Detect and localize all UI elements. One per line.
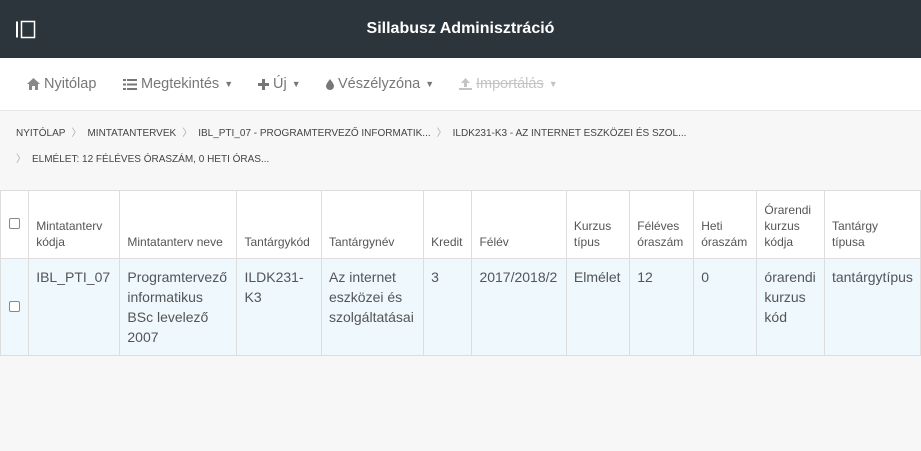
table-header-row: Mintatanterv kódja Mintatanterv neve Tan…: [0, 190, 921, 259]
table-cell: ILDK231-K3: [236, 258, 322, 356]
menu-view[interactable]: Megtekintés ▼: [123, 76, 233, 92]
select-all-checkbox[interactable]: [9, 217, 21, 229]
chevron-right-icon: 〉: [436, 128, 447, 139]
chevron-down-icon: ▼: [548, 79, 558, 89]
plus-icon: [258, 78, 269, 90]
chevron-right-icon: 〉: [71, 128, 82, 139]
chevron-right-icon: 〉: [16, 154, 26, 165]
drop-icon: [326, 78, 334, 90]
table-cell: 2017/2018/2: [471, 258, 567, 356]
courses-table: Mintatanterv kódja Mintatanterv neve Tan…: [0, 190, 921, 356]
chevron-down-icon: ▼: [291, 79, 301, 89]
table-cell: 12: [629, 258, 695, 356]
table-cell: IBL_PTI_07: [28, 258, 121, 356]
breadcrumb-home[interactable]: NYITÓLAP: [16, 121, 65, 147]
menu-bar: Nyitólap Megtekintés ▼ Új ▼ Vészélyzóna …: [0, 58, 921, 111]
top-navbar: Sillabusz Adminisztráció: [0, 0, 921, 58]
upload-icon: [459, 78, 472, 90]
home-icon: [27, 78, 40, 90]
breadcrumb-subject[interactable]: ILDK231-K3 - AZ INTERNET ESZKÖZEI ÉS SZO…: [453, 121, 687, 147]
menu-danger-zone-label: Vészélyzóna: [338, 76, 421, 92]
table-cell: Programtervező informatikus BSc levelező…: [119, 258, 238, 356]
column-header[interactable]: Félév: [471, 190, 567, 259]
menu-home[interactable]: Nyitólap: [27, 76, 96, 92]
column-header[interactable]: Kredit: [423, 190, 473, 259]
column-header[interactable]: Kurzus típus: [565, 190, 631, 259]
column-header[interactable]: Órarendi kurzus kódja: [756, 190, 825, 259]
table-cell: 3: [423, 258, 473, 356]
table-cell: 0: [693, 258, 758, 356]
chevron-down-icon: ▼: [224, 79, 234, 89]
table-cell: Elmélet: [565, 258, 631, 356]
menu-home-label: Nyitólap: [44, 76, 97, 92]
breadcrumb-curricula[interactable]: MINTATANTERVEK: [87, 121, 176, 147]
breadcrumb-current: ELMÉLET: 12 FÉLÉVES ÓRASZÁM, 0 HETI ÓRAS…: [32, 154, 270, 165]
table-cell: Az internet eszközei és szolgáltatásai: [320, 258, 425, 356]
chevron-down-icon: ▼: [425, 79, 435, 89]
menu-danger-zone[interactable]: Vészélyzóna ▼: [326, 76, 434, 92]
select-all-checkbox-cell: [0, 190, 30, 259]
menu-import-label: Importálás: [476, 76, 544, 92]
column-header[interactable]: Tantárgykód: [236, 190, 322, 259]
column-header[interactable]: Tantárgy típusa: [823, 190, 921, 259]
column-header[interactable]: Féléves óraszám: [629, 190, 695, 259]
breadcrumb-curriculum[interactable]: IBL_PTI_07 - PROGRAMTERVEZŐ INFORMATIK..…: [198, 121, 430, 147]
column-header[interactable]: Mintatanterv neve: [119, 190, 238, 259]
breadcrumb: NYITÓLAP 〉 MINTATANTERVEK 〉 IBL_PTI_07 - PRO…: [16, 121, 906, 173]
column-header[interactable]: Heti óraszám: [693, 190, 758, 259]
row-checkbox-cell: [0, 258, 30, 356]
menu-new-label: Új: [273, 76, 287, 92]
menu-view-label: Megtekintés: [141, 76, 220, 92]
column-header[interactable]: Tantárgynév: [320, 190, 425, 259]
app-title: Sillabusz Adminisztráció: [366, 20, 555, 37]
menu-import: Importálás ▼: [459, 76, 558, 92]
table-cell: órarendi kurzus kód: [756, 258, 825, 356]
list-icon: [123, 78, 137, 90]
table-row[interactable]: IBL_PTI_07 Programtervező informatikus B…: [0, 258, 921, 356]
chevron-right-icon: 〉: [182, 128, 193, 139]
column-header[interactable]: Mintatanterv kódja: [28, 190, 121, 259]
menu-new[interactable]: Új ▼: [258, 76, 301, 92]
row-checkbox[interactable]: [9, 301, 21, 312]
table-cell: tantárgytípus: [823, 258, 921, 356]
